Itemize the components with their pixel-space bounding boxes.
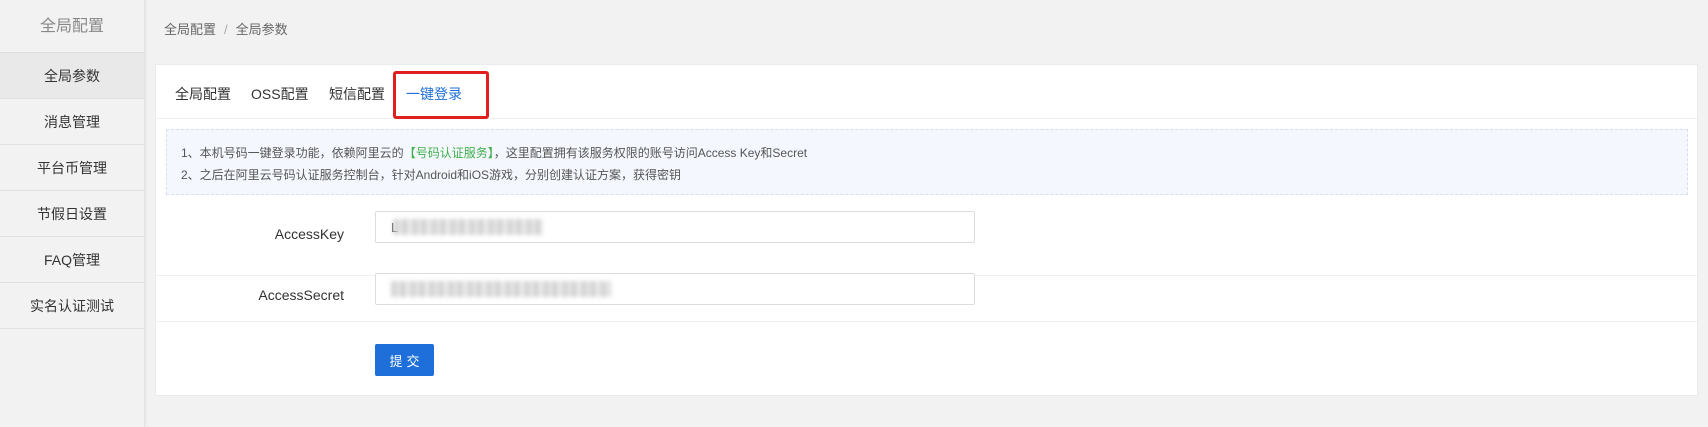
- accesskey-label: AccessKey: [274, 226, 344, 242]
- submit-button[interactable]: 提交: [375, 344, 434, 376]
- tab-sms-config[interactable]: 短信配置: [329, 84, 385, 104]
- sidebar-item-realname-test[interactable]: 实名认证测试: [0, 283, 144, 329]
- sidebar: 全局配置 全局参数 消息管理 平台币管理 节假日设置 FAQ管理 实名认证测试: [0, 0, 145, 427]
- tab-global-config[interactable]: 全局配置: [175, 84, 231, 104]
- sidebar-item-global-params[interactable]: 全局参数: [0, 53, 144, 99]
- breadcrumb-item-global-params: 全局参数: [235, 22, 288, 37]
- breadcrumb-item-global-config[interactable]: 全局配置: [164, 22, 216, 37]
- notice-box: 1、本机号码一键登录功能，依赖阿里云的【号码认证服务】，这里配置拥有该服务权限的…: [166, 129, 1688, 195]
- breadcrumb-separator: /: [224, 22, 228, 37]
- accesssecret-input[interactable]: [375, 273, 975, 305]
- tab-one-click-login[interactable]: 一键登录: [406, 84, 462, 104]
- sidebar-title: 全局配置: [0, 0, 144, 53]
- sidebar-item-message-management[interactable]: 消息管理: [0, 99, 144, 145]
- main-panel: 全局配置 OSS配置 短信配置 一键登录 1、本机号码一键登录功能，依赖阿里云的…: [155, 64, 1698, 396]
- breadcrumb: 全局配置 / 全局参数: [164, 19, 288, 38]
- notice-line-1: 1、本机号码一键登录功能，依赖阿里云的【号码认证服务】，这里配置拥有该服务权限的…: [181, 142, 1687, 164]
- notice-highlight-link[interactable]: 【号码认证服务】: [404, 146, 494, 160]
- accesssecret-label: AccessSecret: [258, 287, 344, 303]
- form-row-accesssecret: AccessSecret: [156, 256, 1697, 322]
- sidebar-item-holiday-settings[interactable]: 节假日设置: [0, 191, 144, 237]
- tab-oss-config[interactable]: OSS配置: [251, 84, 309, 104]
- tab-bar: 全局配置 OSS配置 短信配置 一键登录: [156, 65, 1697, 119]
- sidebar-item-faq-management[interactable]: FAQ管理: [0, 237, 144, 283]
- accesskey-input[interactable]: [375, 211, 975, 243]
- notice-line-2: 2、之后在阿里云号码认证服务控制台，针对Android和iOS游戏，分别创建认证…: [181, 168, 682, 182]
- sidebar-item-platform-currency[interactable]: 平台币管理: [0, 145, 144, 191]
- notice-line-1-prefix: 1、本机号码一键登录功能，依赖阿里云的: [181, 146, 404, 160]
- notice-line-1-suffix: ，这里配置拥有该服务权限的账号访问Access Key和Secret: [493, 146, 808, 160]
